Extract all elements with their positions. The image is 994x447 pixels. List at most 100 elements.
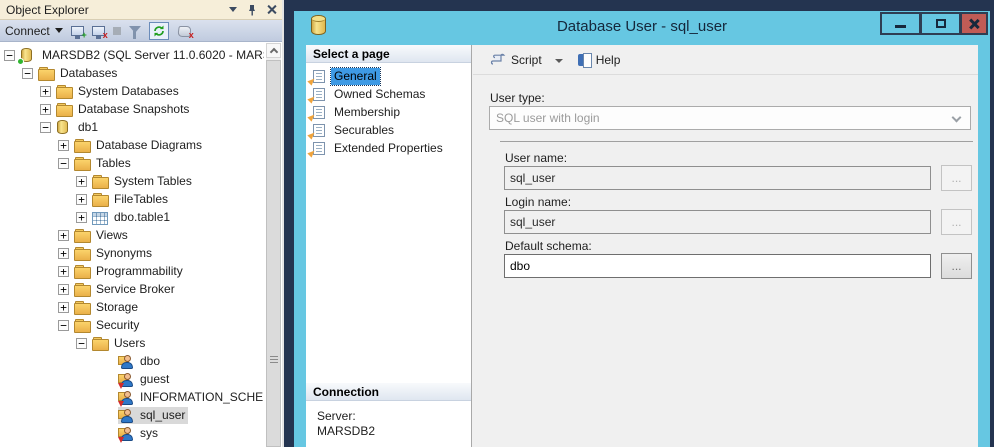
refresh-button[interactable] bbox=[149, 22, 169, 40]
tree-item-tables[interactable]: −Tables bbox=[0, 154, 264, 172]
tree-item-target[interactable]: Service Broker bbox=[74, 281, 178, 298]
database-icon bbox=[311, 15, 326, 35]
scrollbar-thumb[interactable] bbox=[266, 60, 281, 447]
tree-item-service-broker[interactable]: + Service Broker bbox=[0, 280, 264, 298]
expand-icon[interactable]: + bbox=[76, 212, 87, 223]
window-position-icon[interactable] bbox=[229, 7, 237, 12]
tree-item-target[interactable]: dbo bbox=[118, 353, 163, 370]
collapse-icon[interactable]: − bbox=[58, 320, 69, 331]
tree-item-target[interactable]: guest bbox=[118, 371, 172, 388]
close-icon[interactable] bbox=[267, 5, 276, 14]
tree-item-system-tables[interactable]: + System Tables bbox=[0, 172, 264, 190]
default-schema-browse-button[interactable]: ... bbox=[941, 253, 972, 279]
page-item-general[interactable]: General bbox=[306, 67, 471, 85]
expand-icon[interactable]: + bbox=[58, 266, 69, 277]
tree-item-databases[interactable]: −Databases bbox=[0, 64, 264, 82]
tree-item-programmability[interactable]: + Programmability bbox=[0, 262, 264, 280]
expand-icon[interactable]: + bbox=[40, 104, 51, 115]
tree-item-system-databases[interactable]: + System Databases bbox=[0, 82, 264, 100]
dialog-toolbar: Script Help bbox=[473, 45, 978, 75]
connect-button[interactable]: Connect bbox=[5, 24, 63, 38]
tree-item-target[interactable]: Storage bbox=[74, 299, 141, 316]
help-button[interactable]: Help bbox=[575, 51, 624, 69]
tree-item-target[interactable]: INFORMATION_SCHEM bbox=[118, 389, 264, 406]
tree-item-dbo-table1[interactable]: + dbo.table1 bbox=[0, 208, 264, 226]
tree-item-database-snapshots[interactable]: + Database Snapshots bbox=[0, 100, 264, 118]
pin-icon[interactable] bbox=[247, 4, 257, 16]
tree-item-target[interactable]: Tables bbox=[74, 155, 134, 172]
default-schema-field[interactable] bbox=[504, 254, 931, 278]
tree-item-security[interactable]: − Security bbox=[0, 316, 264, 334]
collapse-icon[interactable]: − bbox=[58, 158, 69, 169]
vertical-scrollbar[interactable] bbox=[266, 43, 281, 447]
tree-item-label: Database Diagrams bbox=[94, 137, 205, 154]
collapse-icon[interactable]: − bbox=[76, 338, 87, 349]
folder-icon bbox=[74, 156, 90, 171]
tree-item-sys[interactable]: sys bbox=[0, 424, 264, 442]
expand-icon[interactable]: + bbox=[58, 140, 69, 151]
expand-icon[interactable]: + bbox=[40, 86, 51, 97]
tree-item-sql-user[interactable]: sql_user bbox=[0, 406, 264, 424]
close-button[interactable] bbox=[960, 12, 988, 35]
tree-item-label: sys bbox=[138, 425, 161, 442]
tree-item-dbo[interactable]: dbo bbox=[0, 352, 264, 370]
page-item-securables[interactable]: Securables bbox=[306, 121, 471, 139]
tree-item-target[interactable]: Programmability bbox=[74, 263, 186, 280]
tree-item-synonyms[interactable]: + Synonyms bbox=[0, 244, 264, 262]
tree-item-target[interactable]: dbo.table1 bbox=[92, 209, 173, 226]
page-item-membership[interactable]: Membership bbox=[306, 103, 471, 121]
page-item-extended-properties[interactable]: Extended Properties bbox=[306, 139, 471, 157]
tree-item-information-schem[interactable]: INFORMATION_SCHEM bbox=[0, 388, 264, 406]
tree-item-target[interactable]: Security bbox=[74, 317, 142, 334]
filter-icon[interactable] bbox=[129, 26, 141, 33]
expand-icon[interactable]: + bbox=[76, 194, 87, 205]
collapse-icon[interactable]: − bbox=[22, 68, 33, 79]
object-explorer-toolbar: Connect + x x bbox=[0, 20, 282, 42]
tree-item-target[interactable]: FileTables bbox=[92, 191, 171, 208]
script-error-icon[interactable]: x bbox=[177, 25, 192, 37]
collapse-icon[interactable]: − bbox=[4, 50, 15, 61]
dialog-body: Select a page GeneralOwned SchemasMember… bbox=[306, 45, 978, 447]
dialog-titlebar[interactable]: Database User - sql_user bbox=[294, 11, 990, 42]
tree-item-label: System Tables bbox=[112, 173, 195, 190]
tree-item-target[interactable]: Databases bbox=[38, 65, 120, 82]
collapse-icon[interactable]: − bbox=[40, 122, 51, 133]
connect-object-explorer-icon[interactable]: + bbox=[71, 26, 84, 36]
expand-icon[interactable]: + bbox=[58, 230, 69, 241]
tree-item-label: Security bbox=[94, 317, 142, 334]
tree-item-target[interactable]: Database Snapshots bbox=[56, 101, 192, 118]
tree-item-target[interactable]: System Tables bbox=[92, 173, 195, 190]
folder-icon bbox=[56, 84, 72, 99]
page-item-owned-schemas[interactable]: Owned Schemas bbox=[306, 85, 471, 103]
minimize-button[interactable] bbox=[880, 12, 920, 35]
tree-item-target[interactable]: sql_user bbox=[118, 407, 188, 424]
disconnect-icon[interactable]: x bbox=[92, 26, 105, 36]
tree-item-marsdb2-sql-server-11-0-6020-marsd[interactable]: −MARSDB2 (SQL Server 11.0.6020 - MARSD bbox=[0, 46, 264, 64]
script-dropdown-icon[interactable] bbox=[555, 59, 563, 63]
tree-item-target[interactable]: MARSDB2 (SQL Server 11.0.6020 - MARSD bbox=[20, 47, 264, 64]
tree-item-target[interactable]: System Databases bbox=[56, 83, 182, 100]
page-icon bbox=[313, 106, 325, 119]
tree-item-db1[interactable]: −db1 bbox=[0, 118, 264, 136]
tree-item-target[interactable]: Users bbox=[92, 335, 148, 352]
expand-icon[interactable]: + bbox=[58, 248, 69, 259]
tree-item-filetables[interactable]: + FileTables bbox=[0, 190, 264, 208]
script-button[interactable]: Script bbox=[486, 51, 545, 69]
tree-item-target[interactable]: Synonyms bbox=[74, 245, 155, 262]
tree-item-storage[interactable]: + Storage bbox=[0, 298, 264, 316]
expand-icon[interactable]: + bbox=[76, 176, 87, 187]
tree-item-guest[interactable]: guest bbox=[0, 370, 264, 388]
scroll-up-button[interactable] bbox=[266, 43, 281, 58]
tree-item-target[interactable]: db1 bbox=[56, 119, 101, 136]
tree-item-target[interactable]: Views bbox=[74, 227, 131, 244]
tree-item-target[interactable]: Database Diagrams bbox=[74, 137, 205, 154]
expand-icon[interactable]: + bbox=[58, 284, 69, 295]
server-value: MARSDB2 bbox=[306, 424, 471, 438]
tree-item-views[interactable]: + Views bbox=[0, 226, 264, 244]
tree-item-users[interactable]: −Users bbox=[0, 334, 264, 352]
tree-item-target[interactable]: sys bbox=[118, 425, 161, 442]
expand-icon[interactable]: + bbox=[58, 302, 69, 313]
maximize-button[interactable] bbox=[920, 12, 960, 35]
tree-item-database-diagrams[interactable]: + Database Diagrams bbox=[0, 136, 264, 154]
dialog-title: Database User - sql_user bbox=[557, 18, 727, 35]
